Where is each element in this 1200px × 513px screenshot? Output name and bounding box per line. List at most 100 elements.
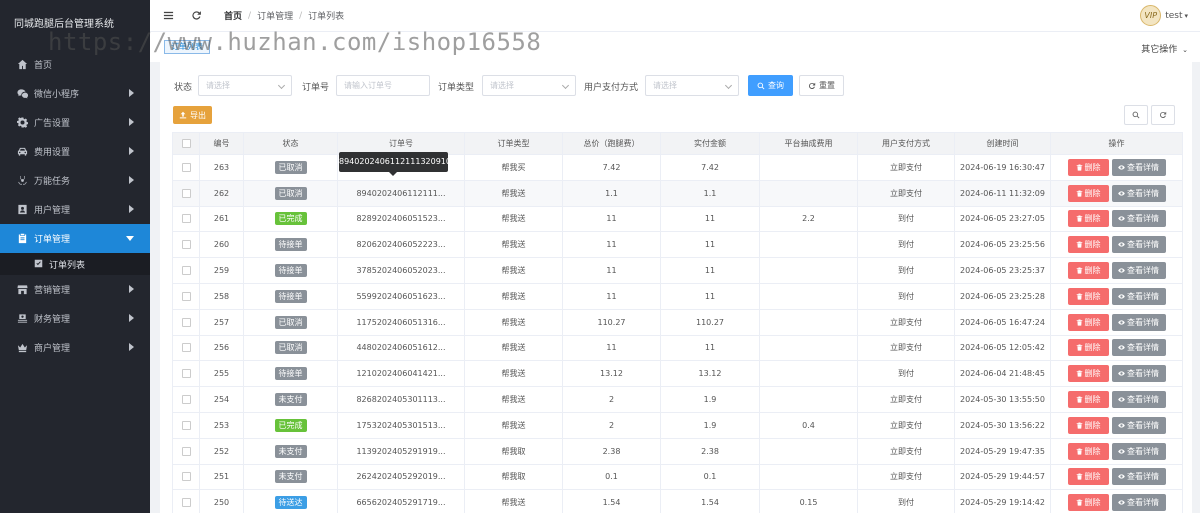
row-checkbox[interactable] (181, 395, 191, 405)
row-checkbox[interactable] (181, 188, 191, 198)
row-select-cell[interactable] (172, 282, 200, 310)
order-type-select[interactable]: 请选择 (482, 75, 576, 96)
delete-button[interactable]: 删除 (1067, 468, 1109, 486)
search-toggle-button[interactable] (1124, 105, 1148, 125)
table-row[interactable]: 255 待接单 1210202406041421... 帮我送 13.12 13.12 到付… (172, 360, 1183, 388)
delete-button[interactable]: 删除 (1067, 313, 1109, 331)
avatar[interactable]: VIP (1140, 5, 1162, 26)
export-button[interactable]: 导出 (173, 106, 212, 124)
row-select-cell[interactable] (172, 411, 200, 439)
sidebar-item[interactable]: 费用设置 (0, 137, 150, 166)
row-checkbox[interactable] (181, 472, 191, 482)
sidebar-item[interactable]: 用户管理 (0, 195, 150, 224)
table-row[interactable]: 251 未支付 2624202405292019... 帮我取 0.1 0.1 立即支付 20… (172, 463, 1183, 491)
view-details-button[interactable]: 查看详情 (1111, 262, 1166, 280)
view-details-button[interactable]: 查看详情 (1111, 184, 1166, 202)
delete-button[interactable]: 删除 (1067, 287, 1109, 305)
delete-button[interactable]: 删除 (1067, 391, 1109, 409)
sidebar-item[interactable]: 财务管理 (0, 304, 150, 333)
sidebar-item[interactable]: 万能任务 (0, 166, 150, 195)
sidebar-item[interactable]: 微信小程序 (0, 79, 150, 108)
row-checkbox[interactable] (181, 266, 191, 276)
status-select[interactable]: 请选择 (198, 75, 292, 96)
tab-order-list[interactable]: 订单列表 (164, 40, 210, 54)
view-details-button[interactable]: 查看详情 (1111, 313, 1166, 331)
refresh-table-button[interactable] (1151, 105, 1175, 125)
row-select-cell[interactable] (172, 489, 200, 513)
row-checkbox[interactable] (181, 343, 191, 353)
table-row[interactable]: 253 已完成 1753202405301513... 帮我送 2 1.9 0.4 立即支付 2… (172, 411, 1183, 439)
sidebar-item[interactable]: 广告设置 (0, 108, 150, 137)
row-checkbox[interactable] (181, 446, 191, 456)
view-details-button[interactable]: 查看详情 (1111, 339, 1166, 357)
row-select-cell[interactable] (172, 154, 200, 181)
header-select-all[interactable] (172, 132, 200, 155)
row-select-cell[interactable] (172, 257, 200, 284)
table-row[interactable]: 263 已取消 帮我买 7.42 7.42 立即支付 2024-06-19 16:30:47… (172, 154, 1183, 181)
breadcrumb-home[interactable]: 首页 (224, 9, 242, 22)
table-row[interactable]: 256 已取消 4480202406051612... 帮我送 11 11 立即支付 2024… (172, 334, 1183, 362)
payment-select[interactable]: 请选择 (645, 75, 739, 96)
view-details-button[interactable]: 查看详情 (1111, 210, 1166, 228)
table-row[interactable]: 261 已完成 8289202406051523... 帮我送 11 11 2.2 到付 202… (172, 205, 1183, 233)
view-details-button[interactable]: 查看详情 (1111, 365, 1166, 383)
view-details-button[interactable]: 查看详情 (1111, 391, 1166, 409)
refresh-icon[interactable] (186, 6, 206, 26)
reset-button[interactable]: 重置 (799, 75, 844, 96)
delete-button[interactable]: 删除 (1067, 339, 1109, 357)
row-checkbox[interactable] (181, 240, 191, 250)
delete-button[interactable]: 删除 (1067, 416, 1109, 434)
delete-button[interactable]: 删除 (1067, 262, 1109, 280)
row-select-cell[interactable] (172, 308, 200, 336)
row-select-cell[interactable] (172, 360, 200, 388)
view-details-button[interactable]: 查看详情 (1111, 442, 1166, 460)
order-no-input[interactable]: 请输入订单号 (336, 75, 430, 96)
view-details-button[interactable]: 查看详情 (1111, 158, 1166, 176)
row-checkbox[interactable] (181, 420, 191, 430)
table-row[interactable]: 258 待接单 5599202406051623... 帮我送 11 11 到付 2024-0… (172, 282, 1183, 310)
row-select-cell[interactable] (172, 231, 200, 259)
row-checkbox[interactable] (181, 162, 191, 172)
sidebar-item[interactable]: 商户管理 (0, 333, 150, 362)
table-row[interactable]: 257 已取消 1175202406051316... 帮我送 110.27 110.27… (172, 308, 1183, 336)
row-checkbox[interactable] (181, 214, 191, 224)
table-row[interactable]: 260 待接单 8206202406052223... 帮我送 11 11 到付 2024-0… (172, 231, 1183, 259)
delete-button[interactable]: 删除 (1067, 365, 1109, 383)
user-menu[interactable]: VIP test ▾ (1140, 5, 1188, 26)
breadcrumb-section[interactable]: 订单管理 (257, 9, 293, 22)
delete-button[interactable]: 删除 (1067, 158, 1109, 176)
view-details-button[interactable]: 查看详情 (1111, 468, 1166, 486)
row-select-cell[interactable] (172, 463, 200, 491)
table-row[interactable]: 252 未支付 1139202405291919... 帮我取 2.38 2.38 立即支付… (172, 437, 1183, 465)
view-details-button[interactable]: 查看详情 (1111, 494, 1166, 512)
other-ops-dropdown[interactable]: 其它操作 ⌄ (1141, 42, 1188, 55)
row-checkbox[interactable] (181, 369, 191, 379)
delete-button[interactable]: 删除 (1067, 236, 1109, 254)
view-details-button[interactable]: 查看详情 (1111, 287, 1166, 305)
row-select-cell[interactable] (172, 386, 200, 413)
row-select-cell[interactable] (172, 437, 200, 465)
table-row[interactable]: 250 待送达 6656202405291719... 帮我送 1.54 1.54 0.15… (172, 489, 1183, 513)
table-row[interactable]: 262 已取消 8940202406112111... 帮我送 1.1 1.1 立即支付 20… (172, 179, 1183, 207)
row-checkbox[interactable] (181, 498, 191, 508)
delete-button[interactable]: 删除 (1067, 494, 1109, 512)
table-row[interactable]: 259 待接单 3785202406052023... 帮我送 11 11 到付 2024-0… (172, 257, 1183, 284)
view-details-button[interactable]: 查看详情 (1111, 416, 1166, 434)
row-checkbox[interactable] (181, 317, 191, 327)
row-select-cell[interactable] (172, 334, 200, 362)
row-select-cell[interactable] (172, 179, 200, 207)
menu-toggle-icon[interactable] (158, 6, 178, 26)
row-select-cell[interactable] (172, 205, 200, 233)
select-all-checkbox[interactable] (181, 139, 191, 148)
delete-button[interactable]: 删除 (1067, 210, 1109, 228)
row-checkbox[interactable] (181, 291, 191, 301)
delete-button[interactable]: 删除 (1067, 442, 1109, 460)
query-button[interactable]: 查询 (748, 75, 793, 96)
sidebar-item[interactable]: 订单管理 (0, 224, 150, 253)
view-details-button[interactable]: 查看详情 (1111, 236, 1166, 254)
user-name[interactable]: test (1165, 11, 1182, 21)
sidebar-item[interactable]: 营销管理 (0, 275, 150, 304)
table-row[interactable]: 254 未支付 8268202405301113... 帮我送 2 1.9 立即支付 2024… (172, 386, 1183, 413)
sidebar-item[interactable]: 首页 (0, 50, 150, 79)
sidebar-subitem-order-list[interactable]: 订单列表 (0, 253, 150, 275)
